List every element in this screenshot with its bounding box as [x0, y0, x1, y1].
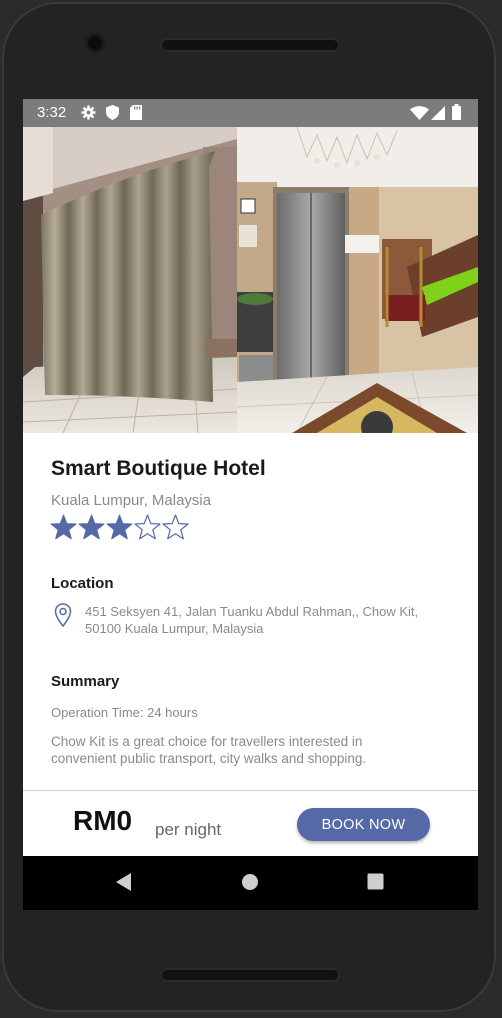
gear-icon	[81, 105, 96, 120]
star-filled-icon	[50, 514, 77, 540]
status-bar: 3:32	[23, 99, 478, 127]
hotel-city: Kuala Lumpur, Malaysia	[51, 492, 212, 509]
price-unit: per night	[155, 820, 222, 839]
location-address: 451 Seksyen 41, Jalan Tuanku Abdul Rahma…	[85, 604, 419, 636]
status-time: 3:32	[37, 104, 67, 121]
book-now-button[interactable]: BOOK NOW	[297, 808, 430, 841]
operation-time: Operation Time: 24 hours	[51, 705, 198, 720]
summary-text: Chow Kit is a great choice for traveller…	[51, 734, 367, 766]
star-filled-icon	[78, 514, 105, 540]
battery-icon	[452, 104, 461, 120]
price: RM0	[73, 805, 133, 836]
recents-icon[interactable]	[367, 873, 384, 890]
wifi-icon	[410, 106, 429, 120]
bottom-speaker	[160, 968, 340, 982]
home-icon[interactable]	[241, 873, 259, 891]
earpiece-speaker	[160, 38, 340, 52]
summary-heading: Summary	[51, 673, 120, 690]
phone-frame: 3:32 Smart Boutique Hotel Kuala Lumpur, …	[2, 2, 496, 1012]
booking-bar: RM0 per night BOOK NOW	[23, 790, 478, 857]
shield-icon	[106, 105, 119, 120]
app-screen: 3:32 Smart Boutique Hotel Kuala Lumpur, …	[23, 99, 478, 910]
hotel-lobby-elevator-photo[interactable]	[237, 127, 478, 433]
star-empty-icon	[162, 514, 189, 540]
navigation-bar	[23, 856, 478, 910]
back-icon[interactable]	[115, 872, 133, 892]
signal-icon	[431, 106, 445, 120]
star-empty-icon	[134, 514, 161, 540]
hotel-details: Smart Boutique Hotel Kuala Lumpur, Malay…	[23, 433, 478, 789]
location-pin-icon	[54, 603, 72, 627]
front-camera	[88, 36, 102, 50]
sd-card-icon	[130, 105, 142, 120]
star-filled-icon	[106, 514, 133, 540]
location-heading: Location	[51, 575, 114, 592]
curtained-room-photo[interactable]	[23, 127, 237, 433]
star-rating	[50, 514, 189, 540]
hotel-name: Smart Boutique Hotel	[51, 457, 266, 480]
